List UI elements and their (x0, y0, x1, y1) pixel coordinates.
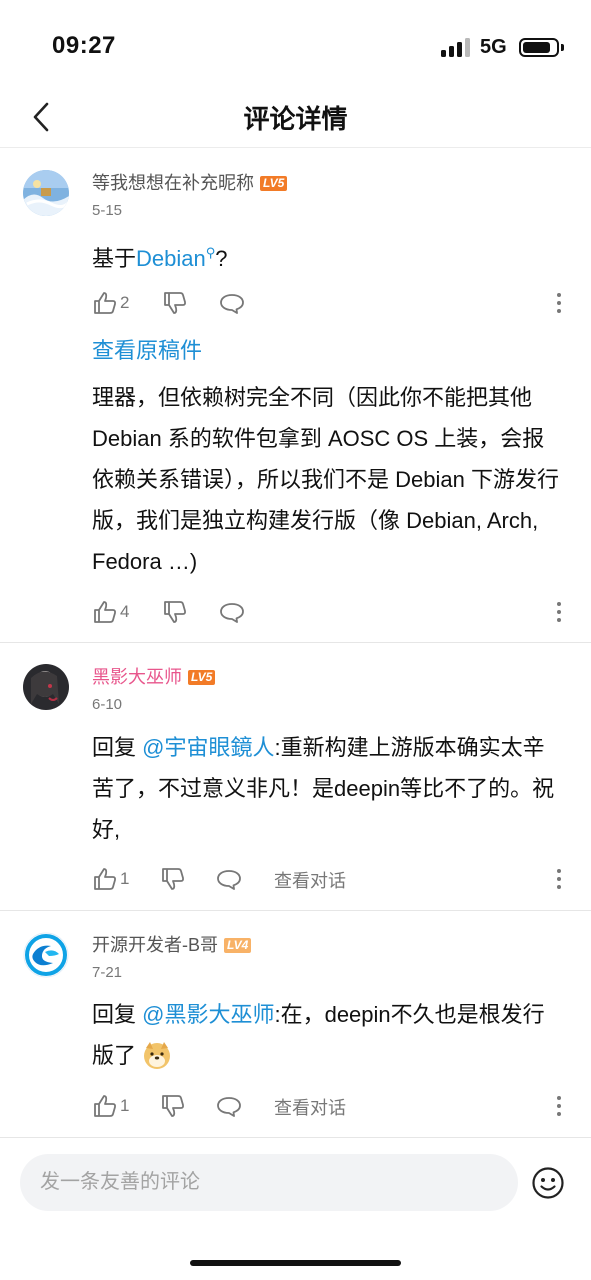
avatar[interactable] (23, 932, 69, 978)
battery-cap (561, 44, 564, 51)
dislike-button[interactable] (162, 598, 188, 626)
avatar[interactable] (23, 664, 69, 710)
status-bar: 09:27 5G (0, 0, 591, 90)
comment-text: 基于Debian⚲? (92, 232, 566, 279)
smiley-icon (532, 1167, 564, 1199)
view-dialog-link[interactable]: 查看对话 (274, 1094, 346, 1120)
chat-bubble-icon (217, 1097, 241, 1117)
username[interactable]: 开源开发者-B哥 LV4 (92, 931, 252, 957)
comment-date: 6-10 (92, 696, 123, 713)
comment-text: 回复 @黑影大巫师:在，deepin不久也是根发行版了 (92, 994, 566, 1076)
thumbs-up-icon (94, 292, 116, 314)
avatar[interactable] (23, 170, 69, 216)
level-badge: LV5 (260, 176, 288, 191)
avatar-image (23, 664, 69, 710)
comment-input[interactable] (20, 1154, 518, 1211)
reply-prefix: 回复 (92, 1002, 143, 1027)
username-text: 等我想想在补充昵称 (92, 173, 254, 193)
more-options-button[interactable] (554, 289, 564, 317)
chat-bubble-icon (220, 603, 244, 623)
reply-button[interactable] (219, 289, 245, 317)
comment-date: 7-21 (92, 964, 123, 981)
thumbs-down-icon (162, 868, 184, 890)
more-options-button[interactable] (554, 865, 564, 893)
doge-emoji-icon (144, 1042, 171, 1069)
more-options-button[interactable] (554, 1092, 564, 1120)
search-icon: ⚲ (205, 245, 216, 260)
comment-text-suffix: ? (215, 246, 228, 271)
level-badge: LV4 (224, 938, 252, 953)
level-badge: LV5 (188, 670, 216, 685)
comment-input-bar (0, 1137, 591, 1280)
comment-date: 5-15 (92, 202, 123, 219)
deepin-logo-avatar (23, 932, 69, 978)
thumbs-down-icon (164, 292, 186, 314)
status-time: 09:27 (52, 32, 116, 59)
thumbs-up-icon (94, 601, 116, 623)
comment-text-prefix: 基于 (92, 246, 137, 271)
avatar-image (23, 170, 69, 216)
signal-icon (441, 37, 471, 57)
comment-body: 理器，但依赖树完全不同（因此你不能把其他 Debian 系的软件包拿到 AOSC… (92, 385, 559, 574)
more-options-button[interactable] (554, 598, 564, 626)
battery-icon (519, 38, 559, 57)
reply-prefix: 回复 (92, 735, 143, 760)
username-text: 黑影大巫师 (92, 667, 182, 687)
comment-item: 开源开发者-B哥 LV4 7-21 回复 @黑影大巫师:在，deepin不久也是根… (0, 911, 591, 1136)
like-button[interactable]: 2 (92, 289, 129, 317)
thumbs-up-icon (94, 1095, 116, 1117)
view-dialog-link[interactable]: 查看对话 (274, 867, 346, 893)
reply-button[interactable] (216, 1092, 242, 1120)
emoji-button[interactable] (531, 1166, 565, 1200)
like-count: 1 (120, 869, 130, 888)
network-label: 5G (480, 36, 507, 58)
mention-link[interactable]: @黑影大巫师 (142, 1002, 274, 1027)
like-count: 2 (120, 293, 130, 312)
home-indicator (190, 1260, 401, 1266)
page-title: 评论详情 (243, 104, 348, 134)
comment-item: 等我想想在补充昵称 LV5 5-15 基于Debian⚲? 2 查看原稿件 理器，… (0, 150, 591, 642)
mention-link[interactable]: @宇宙眼鏡人 (142, 735, 274, 760)
username-text: 开源开发者-B哥 (92, 935, 218, 955)
dislike-button[interactable] (162, 289, 188, 317)
like-count: 1 (120, 1096, 130, 1115)
thumbs-down-icon (164, 601, 186, 623)
reply-button[interactable] (219, 598, 245, 626)
like-button[interactable]: 1 (92, 1092, 129, 1120)
dislike-button[interactable] (160, 865, 186, 893)
comment-actions: 1 查看对话 (92, 1092, 572, 1120)
chat-bubble-icon (217, 870, 241, 890)
comment-text: 回复 @宇宙眼鏡人:重新构建上游版本确实太辛苦了，不过意义非凡！是deepin等… (92, 727, 566, 850)
username[interactable]: 等我想想在补充昵称 LV5 (92, 169, 288, 195)
comment-actions: 2 (92, 289, 572, 317)
like-count: 4 (120, 602, 130, 621)
like-button[interactable]: 4 (92, 598, 129, 626)
chat-bubble-icon (220, 294, 244, 314)
dislike-button[interactable] (160, 1092, 186, 1120)
view-original-link[interactable]: 查看原稿件 (92, 333, 202, 365)
like-button[interactable]: 1 (92, 865, 129, 893)
thumbs-up-icon (94, 868, 116, 890)
comment-item: 黑影大巫师 LV5 6-10 回复 @宇宙眼鏡人:重新构建上游版本确实太辛苦了，不… (0, 643, 591, 909)
keyword-link-text: Debian (136, 246, 206, 271)
keyword-link[interactable]: Debian⚲ (136, 245, 216, 271)
reply-button[interactable] (216, 865, 242, 893)
comment-actions: 4 (92, 598, 572, 626)
nav-bar: 评论详情 (0, 90, 591, 148)
thumbs-down-icon (162, 1095, 184, 1117)
battery-level (523, 42, 551, 53)
username[interactable]: 黑影大巫师 LV5 (92, 663, 216, 689)
comment-actions: 1 查看对话 (92, 865, 572, 893)
